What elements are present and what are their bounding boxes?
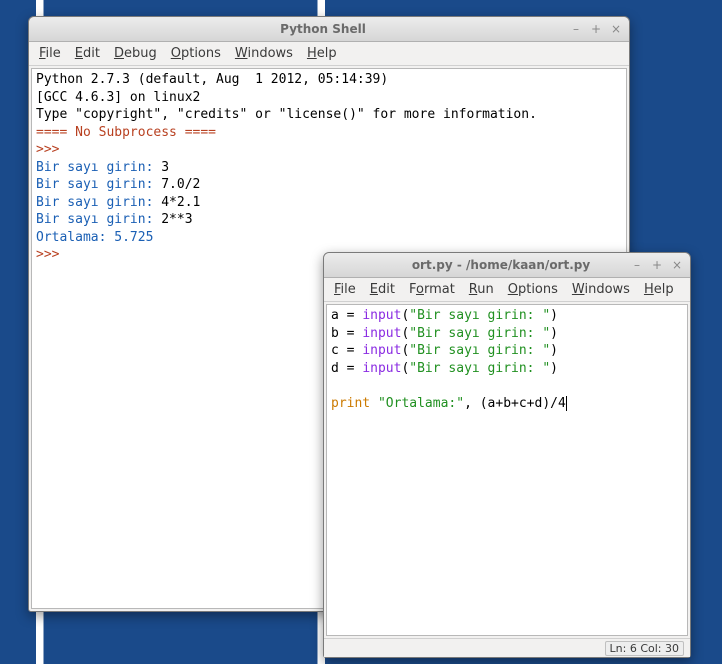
shell-info-line: Python 2.7.3 (default, Aug 1 2012, 05:14…	[36, 72, 388, 87]
menu-run[interactable]: Run	[463, 280, 500, 299]
menu-format[interactable]: Format	[403, 280, 461, 299]
editor-statusbar: Ln: 6 Col: 30	[324, 638, 690, 657]
shell-input-value: 2**3	[161, 212, 192, 227]
editor-window: ort.py - /home/kaan/ort.py – + × File Ed…	[323, 252, 691, 658]
menu-debug[interactable]: Debug	[108, 44, 163, 63]
code-line: b = input("Bir sayı girin: ")	[331, 326, 558, 341]
shell-input-label: Bir sayı girin:	[36, 195, 161, 210]
shell-input-value: 3	[161, 160, 169, 175]
close-icon[interactable]: ×	[670, 258, 684, 272]
code-line: d = input("Bir sayı girin: ")	[331, 361, 558, 376]
editor-title: ort.py - /home/kaan/ort.py	[372, 258, 630, 272]
shell-nosubprocess: ==== No Subprocess ====	[36, 125, 216, 140]
menu-options[interactable]: Options	[165, 44, 227, 63]
menu-edit[interactable]: Edit	[364, 280, 401, 299]
shell-output: Ortalama: 5.725	[36, 230, 153, 245]
menu-windows[interactable]: Windows	[229, 44, 299, 63]
code-line: a = input("Bir sayı girin: ")	[331, 308, 558, 323]
editor-content[interactable]: a = input("Bir sayı girin: ") b = input(…	[326, 304, 688, 636]
shell-info-line: [GCC 4.6.3] on linux2	[36, 90, 200, 105]
shell-input-label: Bir sayı girin:	[36, 160, 161, 175]
shell-prompt: >>>	[36, 142, 59, 157]
minimize-icon[interactable]: –	[630, 258, 644, 272]
menu-help[interactable]: Help	[301, 44, 343, 63]
menu-options[interactable]: Options	[502, 280, 564, 299]
cursor-position: Ln: 6 Col: 30	[605, 641, 684, 656]
shell-menubar: File Edit Debug Options Windows Help	[29, 42, 629, 66]
shell-window-controls: – + ×	[569, 22, 623, 36]
menu-edit[interactable]: Edit	[69, 44, 106, 63]
shell-input-label: Bir sayı girin:	[36, 177, 161, 192]
shell-titlebar[interactable]: Python Shell – + ×	[29, 17, 629, 42]
shell-prompt: >>>	[36, 247, 59, 262]
menu-windows[interactable]: Windows	[566, 280, 636, 299]
shell-input-label: Bir sayı girin:	[36, 212, 161, 227]
editor-window-controls: – + ×	[630, 258, 684, 272]
shell-input-value: 4*2.1	[161, 195, 200, 210]
editor-menubar: File Edit Format Run Options Windows Hel…	[324, 278, 690, 302]
maximize-icon[interactable]: +	[650, 258, 664, 272]
code-line: c = input("Bir sayı girin: ")	[331, 343, 558, 358]
code-line: print "Ortalama:", (a+b+c+d)/4	[331, 396, 567, 411]
shell-title: Python Shell	[77, 22, 569, 36]
maximize-icon[interactable]: +	[589, 22, 603, 36]
menu-file[interactable]: File	[328, 280, 362, 299]
shell-info-line: Type "copyright", "credits" or "license(…	[36, 107, 537, 122]
minimize-icon[interactable]: –	[569, 22, 583, 36]
editor-titlebar[interactable]: ort.py - /home/kaan/ort.py – + ×	[324, 253, 690, 278]
menu-file[interactable]: File	[33, 44, 67, 63]
caret-icon	[566, 396, 567, 411]
menu-help[interactable]: Help	[638, 280, 680, 299]
close-icon[interactable]: ×	[609, 22, 623, 36]
shell-input-value: 7.0/2	[161, 177, 200, 192]
